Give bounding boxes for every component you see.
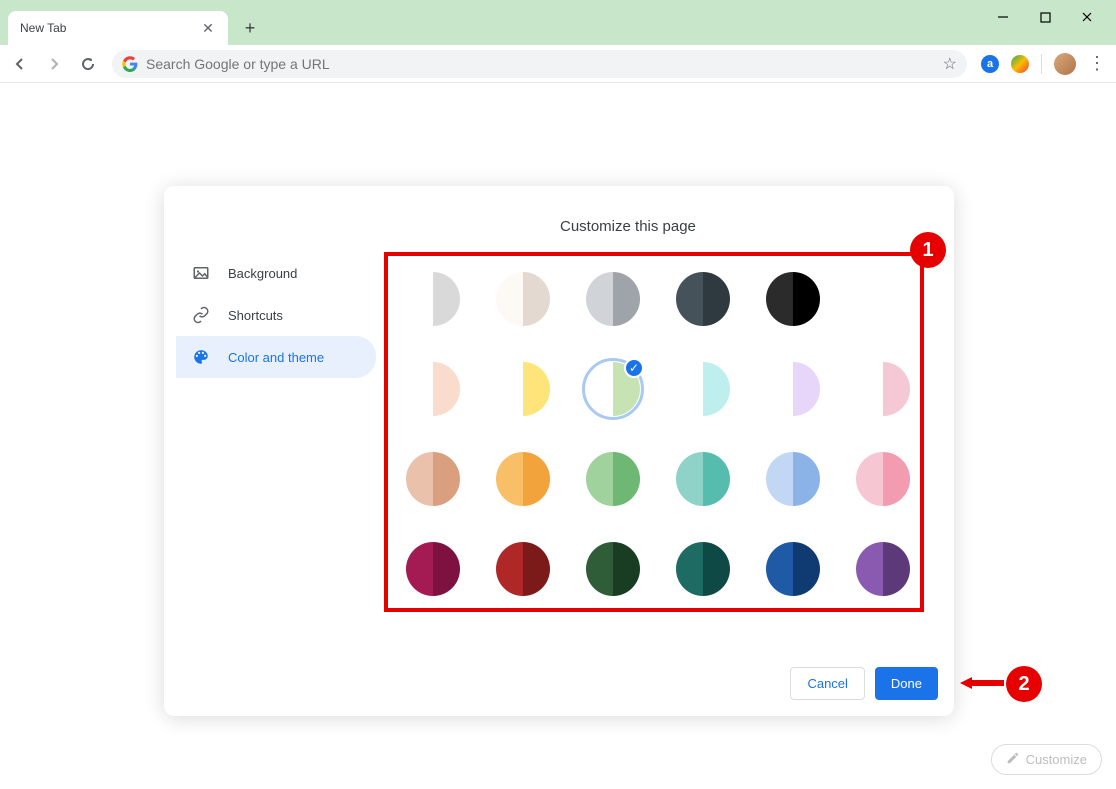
color-swatch-10[interactable] [766,362,820,416]
color-swatch-18[interactable] [406,542,460,596]
minimize-icon[interactable] [994,8,1012,26]
close-window-icon[interactable] [1078,8,1096,26]
extension-a-icon[interactable]: a [981,55,999,73]
browser-tab[interactable]: New Tab ✕ [8,11,228,45]
color-swatch-12[interactable] [406,452,460,506]
forward-icon[interactable] [44,54,64,74]
annotation-badge-1: 1 [910,232,946,268]
new-tab-button[interactable]: + [236,14,264,42]
color-swatch-14[interactable] [586,452,640,506]
sidebar-item-shortcuts[interactable]: Shortcuts [176,294,376,336]
color-swatch-2[interactable] [586,272,640,326]
dialog-title: Customize this page [560,218,696,235]
omnibox-input[interactable] [146,56,935,72]
link-icon [192,306,210,324]
color-swatch-17[interactable] [856,452,910,506]
annotation-arrow-icon [960,676,1004,690]
tab-title: New Tab [20,21,66,35]
color-swatch-19[interactable] [496,542,550,596]
color-swatch-6[interactable] [406,362,460,416]
dialog-sidebar: Background Shortcuts Color and theme [176,252,376,378]
star-icon[interactable]: ☆ [943,54,957,74]
customize-chip[interactable]: Customize [991,744,1102,775]
menu-kebab-icon[interactable]: ⋮ [1088,53,1106,74]
color-swatch-11[interactable] [856,362,910,416]
separator [1041,54,1042,74]
sidebar-item-label: Background [228,266,297,281]
maximize-icon[interactable] [1036,8,1054,26]
address-bar[interactable]: ☆ [112,50,967,78]
color-swatch-22[interactable] [766,542,820,596]
close-tab-icon[interactable]: ✕ [200,20,216,36]
color-swatch-4[interactable] [766,272,820,326]
annotation-badge-2: 2 [1006,666,1042,702]
color-swatch-13[interactable] [496,452,550,506]
window-controls [994,8,1116,36]
color-swatch-23[interactable] [856,542,910,596]
check-icon: ✓ [624,358,644,378]
sidebar-item-label: Color and theme [228,350,324,365]
color-swatch-8[interactable]: ✓ [586,362,640,416]
customize-chip-label: Customize [1026,752,1087,767]
color-swatch-16[interactable] [766,452,820,506]
color-swatch-15[interactable] [676,452,730,506]
color-swatch-21[interactable] [676,542,730,596]
browser-toolbar: ☆ a ⋮ [0,45,1116,83]
color-swatch-3[interactable] [676,272,730,326]
color-swatch-9[interactable] [676,362,730,416]
dialog-footer: Cancel Done [790,667,938,700]
back-icon[interactable] [10,54,30,74]
sidebar-item-background[interactable]: Background [176,252,376,294]
color-swatch-0[interactable] [406,272,460,326]
color-swatch-1[interactable] [496,272,550,326]
annotation-box-1: ✓ [384,252,924,612]
toolbar-right: a ⋮ [981,53,1106,75]
done-button[interactable]: Done [875,667,938,700]
pencil-icon [1006,751,1020,768]
color-swatch-20[interactable] [586,542,640,596]
cancel-button[interactable]: Cancel [790,667,864,700]
image-icon [192,264,210,282]
reload-icon[interactable] [78,54,98,74]
color-swatch-7[interactable] [496,362,550,416]
profile-avatar[interactable] [1054,53,1076,75]
sidebar-item-label: Shortcuts [228,308,283,323]
google-g-icon [122,56,138,72]
palette-icon [192,348,210,366]
color-theme-grid: ✓ [388,256,920,618]
sidebar-item-color-and-theme[interactable]: Color and theme [176,336,376,378]
browser-titlebar: New Tab ✕ + [0,0,1116,45]
extension-globe-icon[interactable] [1011,55,1029,73]
